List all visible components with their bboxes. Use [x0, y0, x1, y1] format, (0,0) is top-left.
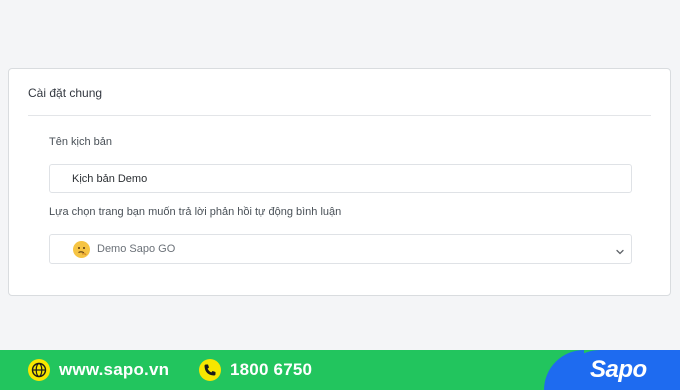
sapo-logo: Sapo	[590, 356, 647, 383]
hotline-text: 1800 6750	[230, 360, 313, 379]
card-title: Cài đặt chung	[28, 86, 103, 100]
globe-icon	[28, 359, 50, 381]
general-settings-card: Cài đặt chung Tên kịch bản Lựa chọn tran…	[8, 68, 671, 296]
phone-icon	[199, 359, 221, 381]
chevron-down-icon[interactable]	[615, 244, 625, 262]
page-select-value: Demo Sapo GO	[97, 243, 176, 255]
page-select-label: Lựa chọn trang bạn muốn trả lời phản hồi…	[49, 206, 342, 218]
page-select[interactable]: Demo Sapo GO	[49, 234, 632, 264]
script-name-label: Tên kịch bản	[49, 136, 112, 148]
script-name-input[interactable]	[49, 164, 632, 193]
brand-footer: www.sapo.vn 1800 6750 Sapo	[0, 350, 680, 390]
website-text: www.sapo.vn	[59, 360, 170, 379]
card-divider	[28, 115, 651, 116]
hotline-link[interactable]: 1800 6750	[199, 359, 312, 381]
website-link[interactable]: www.sapo.vn	[28, 359, 169, 381]
thinking-face-icon	[73, 241, 90, 258]
